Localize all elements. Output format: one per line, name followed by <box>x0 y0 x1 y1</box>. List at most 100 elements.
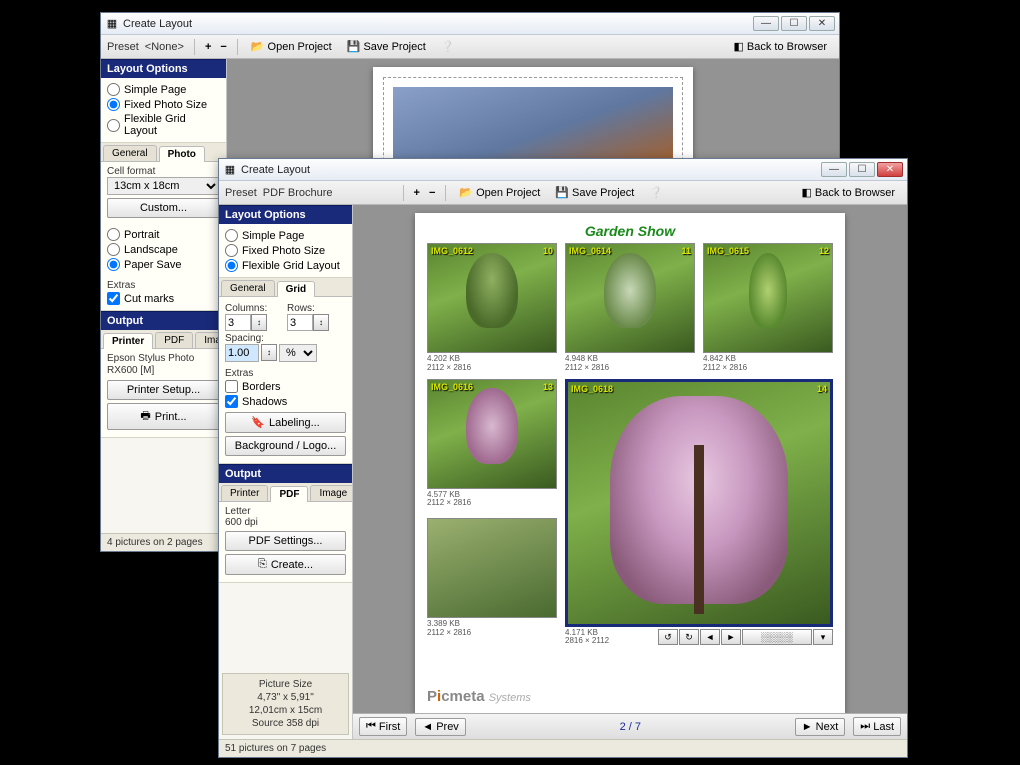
checkbox-borders[interactable] <box>225 380 238 393</box>
thumb-1[interactable]: IMG_0612 10 <box>427 243 557 353</box>
printer-setup-button[interactable]: Printer Setup... <box>107 380 220 400</box>
checkbox-shadows[interactable] <box>225 395 238 408</box>
save-project-button[interactable]: 💾 Save Project <box>341 38 432 55</box>
thumb-4-num: 13 <box>543 382 553 392</box>
cell-format-select[interactable]: 13cm x 18cm <box>107 177 220 195</box>
create-button[interactable]: ⎘Create... <box>225 554 346 575</box>
bg-logo-label: Background / Logo... <box>235 440 337 452</box>
last-button[interactable]: ⏭Last <box>853 717 901 736</box>
next-icon: ► <box>802 721 813 733</box>
tab-photo[interactable]: Photo <box>159 146 205 162</box>
close-button[interactable]: ✕ <box>809 16 835 31</box>
create-label: Create... <box>271 559 313 571</box>
open-project-button[interactable]: 📂 Open Project <box>245 38 338 55</box>
arrow-right-icon[interactable]: ► <box>721 629 741 645</box>
thumb-3[interactable]: IMG_0615 12 <box>703 243 833 353</box>
print-button[interactable]: 🖶Print... <box>107 403 220 430</box>
rows-stepper[interactable]: ↕ <box>313 314 329 331</box>
preset-label: Preset <box>107 41 139 53</box>
labeling-button[interactable]: 🔖Labeling... <box>225 412 346 433</box>
help-button[interactable]: ❔ <box>435 38 461 55</box>
preset-value[interactable]: PDF Brochure <box>263 187 333 199</box>
tab-pdf[interactable]: PDF <box>270 486 308 502</box>
next-button[interactable]: ►Next <box>795 718 846 736</box>
first-button[interactable]: ⏮First <box>359 717 407 736</box>
spacing-label: Spacing: <box>225 333 346 344</box>
portrait-label: Portrait <box>124 229 159 241</box>
background-logo-button[interactable]: Background / Logo... <box>225 436 346 456</box>
minimize-button[interactable]: — <box>821 162 847 177</box>
last-icon: ⏭ <box>860 720 870 733</box>
front-sidebar: Layout Options Simple Page Fixed Photo S… <box>219 205 353 739</box>
rotate-right-icon[interactable]: ↻ <box>679 629 699 645</box>
save-project-button[interactable]: 💾 Save Project <box>549 184 640 201</box>
layout-options-header: Layout Options <box>219 205 352 224</box>
maximize-button[interactable]: ☐ <box>781 16 807 31</box>
radio-landscape[interactable] <box>107 243 120 256</box>
preset-value[interactable]: <None> <box>145 41 184 53</box>
help-button[interactable]: ❔ <box>643 184 669 201</box>
thumb-3-label: IMG_0615 <box>707 246 749 256</box>
front-page[interactable]: Garden Show IMG_0612 10 4.202 KB2112 × 2… <box>415 213 845 713</box>
back-to-browser-button[interactable]: ◧ Back to Browser <box>796 184 902 201</box>
minimize-button[interactable]: — <box>753 16 779 31</box>
columns-input[interactable] <box>225 314 251 331</box>
maximize-button[interactable]: ☐ <box>849 162 875 177</box>
print-label: Print... <box>155 411 187 423</box>
pdf-settings-label: PDF Settings... <box>249 535 323 547</box>
back-sidebar: Layout Options Simple Page Fixed Photo S… <box>101 59 227 533</box>
radio-fixed-photo[interactable] <box>225 244 238 257</box>
columns-stepper[interactable]: ↕ <box>251 314 267 331</box>
spacing-input[interactable] <box>225 344 259 362</box>
rotate-left-icon[interactable]: ↺ <box>658 629 678 645</box>
thumb-4-size: 4.577 KB <box>427 490 460 499</box>
back-toolbar: Preset <None> + − 📂 Open Project 💾 Save … <box>101 35 839 59</box>
paper-save-label: Paper Save <box>124 259 181 271</box>
tab-pdf[interactable]: PDF <box>155 332 193 348</box>
arrow-left-icon[interactable]: ◄ <box>700 629 720 645</box>
front-status-text: 51 pictures on 7 pages <box>225 743 326 754</box>
thumb-2-num: 11 <box>681 246 691 256</box>
tab-general[interactable]: General <box>221 280 275 296</box>
radio-paper-save[interactable] <box>107 258 120 271</box>
tab-general[interactable]: General <box>103 145 157 161</box>
back-to-browser-button[interactable]: ◧ Back to Browser <box>728 38 834 55</box>
tab-image[interactable]: Image <box>310 485 353 501</box>
thumb-4[interactable]: IMG_0616 13 <box>427 379 557 489</box>
extras-label: Extras <box>107 280 220 291</box>
rows-input[interactable] <box>287 314 313 331</box>
picture-size-title: Picture Size <box>227 678 344 691</box>
spacing-stepper[interactable]: ↕ <box>261 344 277 361</box>
minus-icon[interactable]: − <box>217 41 229 53</box>
minus-icon[interactable]: − <box>426 187 438 199</box>
close-button[interactable]: ✕ <box>877 162 903 177</box>
radio-simple-page[interactable] <box>107 83 120 96</box>
radio-portrait[interactable] <box>107 228 120 241</box>
app-icon: ▦ <box>105 17 119 31</box>
checkbox-cut-marks[interactable] <box>107 292 120 305</box>
folder-open-icon: 📂 <box>459 186 473 199</box>
borders-label: Borders <box>242 381 281 393</box>
plus-icon[interactable]: + <box>411 187 423 199</box>
radio-fixed-photo[interactable] <box>107 98 120 111</box>
cell-format-label: Cell format <box>107 166 220 177</box>
radio-flexible-grid[interactable] <box>225 259 238 272</box>
thumb-2[interactable]: IMG_0614 11 <box>565 243 695 353</box>
dropdown-icon[interactable]: ▾ <box>813 629 833 645</box>
tab-printer[interactable]: Printer <box>103 333 153 349</box>
zoom-slider[interactable]: ░░░░░ <box>742 629 812 645</box>
prev-button[interactable]: ◄Prev <box>415 718 466 736</box>
preset-label: Preset <box>225 187 257 199</box>
tab-grid[interactable]: Grid <box>277 281 316 297</box>
custom-button[interactable]: Custom... <box>107 198 220 218</box>
open-project-button[interactable]: 📂 Open Project <box>453 184 546 201</box>
plus-icon[interactable]: + <box>202 41 214 53</box>
thumb-5-selected[interactable]: IMG_0618 14 <box>565 379 833 627</box>
tab-printer[interactable]: Printer <box>221 485 268 501</box>
back-title-bar: ▦ Create Layout — ☐ ✕ <box>101 13 839 35</box>
radio-flexible-grid[interactable] <box>107 119 120 132</box>
thumb-6[interactable] <box>427 518 557 618</box>
radio-simple-page[interactable] <box>225 229 238 242</box>
pdf-settings-button[interactable]: PDF Settings... <box>225 531 346 551</box>
spacing-unit-select[interactable]: % <box>279 344 317 362</box>
